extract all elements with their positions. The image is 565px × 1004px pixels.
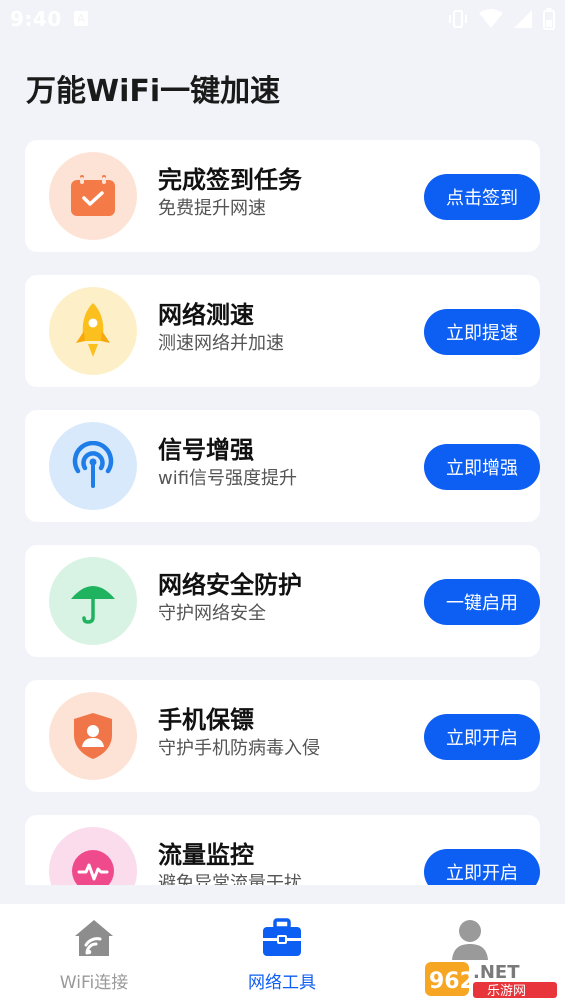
status-icons	[447, 8, 555, 34]
feature-card-traffic: 流量监控 避免异常流量干扰 立即开启	[25, 815, 540, 885]
feature-card-signal: 信号增强 wifi信号强度提升 立即增强	[25, 410, 540, 522]
home-wifi-icon	[73, 918, 115, 962]
svg-text:962: 962	[429, 969, 475, 994]
battery-icon	[543, 8, 555, 34]
signal-status-icon	[513, 9, 533, 33]
toolbox-icon	[261, 918, 303, 962]
card-subtitle: 免费提升网速	[158, 198, 266, 219]
card-title: 手机保镖	[158, 706, 254, 734]
icon-circle	[49, 422, 137, 510]
icon-circle	[49, 557, 137, 645]
tab-network-tools[interactable]: 网络工具	[188, 904, 376, 1004]
tab-wifi-connect[interactable]: WiFi连接	[0, 904, 188, 1004]
calendar-check-icon	[71, 175, 115, 216]
card-title: 流量监控	[158, 841, 254, 869]
tab-label: 网络工具	[248, 973, 316, 993]
feature-card-security: 网络安全防护 守护网络安全 一键启用	[25, 545, 540, 657]
shield-user-icon	[74, 713, 112, 759]
card-subtitle: wifi信号强度提升	[158, 468, 298, 489]
icon-circle	[49, 287, 137, 375]
icon-circle	[49, 827, 137, 885]
vibrate-icon	[447, 9, 469, 33]
bottom-tab-bar: WiFi连接 网络工具 962 .NET 乐游网	[0, 904, 565, 1004]
rocket-icon	[76, 303, 110, 357]
card-title: 网络安全防护	[158, 571, 302, 599]
tab-label: WiFi连接	[59, 973, 129, 993]
status-bar: 9:40 A	[0, 0, 565, 38]
svg-text:.NET: .NET	[473, 962, 520, 983]
checkin-button[interactable]: 点击签到	[424, 174, 540, 220]
card-title: 网络测速	[158, 301, 254, 329]
feature-card-guard: 手机保镖 守护手机防病毒入侵 立即开启	[25, 680, 540, 792]
boost-signal-button[interactable]: 立即增强	[424, 444, 540, 490]
card-subtitle: 避免异常流量干扰	[158, 873, 302, 885]
enable-traffic-monitor-button[interactable]: 立即开启	[424, 849, 540, 885]
watermark-logo: 962 .NET 乐游网	[425, 956, 561, 1000]
card-subtitle: 守护网络安全	[158, 603, 266, 624]
status-time: 9:40	[10, 7, 62, 31]
card-title: 完成签到任务	[158, 166, 302, 194]
speedup-button[interactable]: 立即提速	[424, 309, 540, 355]
feature-card-checkin: 完成签到任务 免费提升网速 点击签到	[25, 140, 540, 252]
card-subtitle: 守护手机防病毒入侵	[158, 738, 320, 759]
icon-circle	[49, 152, 137, 240]
wifi-status-icon	[479, 9, 503, 33]
svg-text:乐游网: 乐游网	[487, 984, 526, 999]
feature-card-speedtest: 网络测速 测速网络并加速 立即提速	[25, 275, 540, 387]
enable-guard-button[interactable]: 立即开启	[424, 714, 540, 760]
card-title: 信号增强	[158, 436, 254, 464]
umbrella-icon	[71, 586, 115, 624]
signal-antenna-icon	[72, 441, 114, 488]
card-subtitle: 测速网络并加速	[158, 333, 284, 354]
notification-a-icon: A	[74, 11, 88, 26]
icon-circle	[49, 692, 137, 780]
traffic-pulse-icon	[72, 850, 114, 885]
page-title: 万能WiFi一键加速	[26, 74, 281, 109]
enable-protection-button[interactable]: 一键启用	[424, 579, 540, 625]
